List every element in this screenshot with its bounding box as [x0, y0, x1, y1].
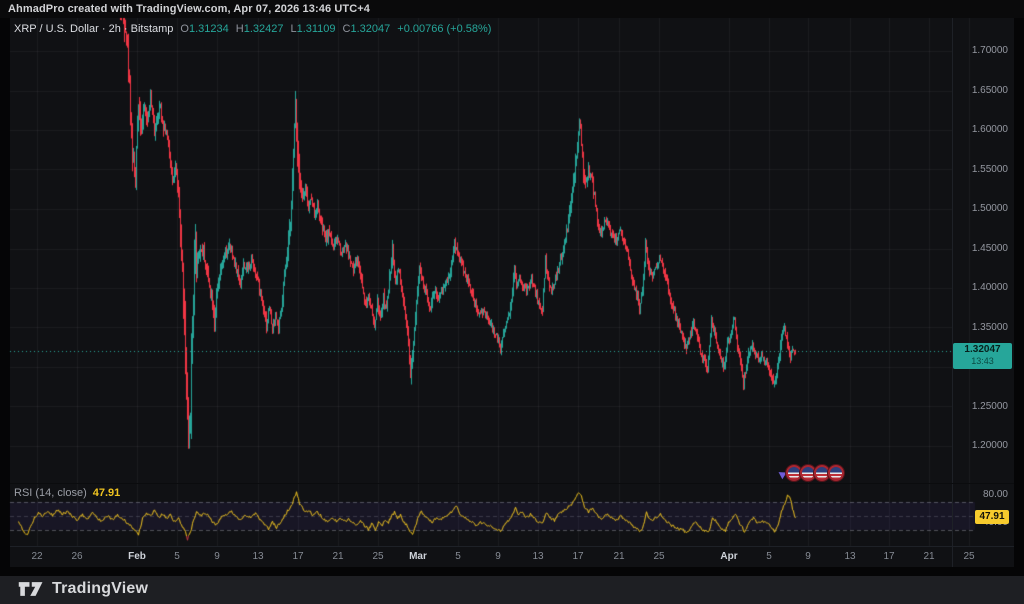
price-tick-label: 1.55000	[971, 163, 1008, 175]
time-tick-label: 25	[653, 551, 665, 562]
tradingview-logo-text: TradingView	[52, 580, 149, 597]
price-tick-label: 1.20000	[971, 440, 1008, 451]
footer-bar: TradingView	[0, 576, 1024, 604]
time-tick-label: 21	[923, 551, 935, 562]
price-tick-label: 1.45000	[971, 242, 1008, 254]
open-value: 1.31234	[188, 23, 229, 35]
time-tick-label: 25	[372, 551, 384, 562]
tradingview-logo[interactable]: TradingView	[18, 580, 148, 598]
time-tick-label: 5	[455, 551, 461, 562]
time-tick-label: 5	[174, 551, 180, 562]
price-tick-label: 1.25000	[971, 400, 1008, 412]
time-tick-label: 13	[252, 551, 264, 562]
time-tick-label: 5	[766, 551, 772, 562]
time-tick-label: 17	[292, 551, 304, 562]
current-price-value: 1.32047	[964, 344, 1001, 355]
time-tick-label: 13	[844, 551, 856, 562]
price-tick-label: 1.60000	[971, 124, 1008, 135]
symbol-title[interactable]: XRP / U.S. Dollar · 2h · Bitstamp	[14, 23, 173, 35]
time-tick-label: 9	[495, 551, 501, 562]
interval-label: 2h	[108, 23, 121, 35]
time-tick-label: 9	[805, 551, 811, 562]
main-chart-canvas[interactable]	[0, 0, 1024, 604]
time-tick-label: 13	[532, 551, 544, 562]
time-tick-month: Apr	[720, 551, 738, 562]
price-tick-label: 1.35000	[971, 321, 1008, 333]
current-price-badge: 1.32047 13:43	[953, 343, 1012, 369]
time-tick-label: 22	[31, 551, 43, 562]
price-tick-label: 1.50000	[971, 203, 1008, 214]
time-tick-label: 21	[613, 551, 625, 562]
symbol-legend: XRP / U.S. Dollar · 2h · Bitstamp O1.3123…	[14, 23, 491, 36]
exchange-label: Bitstamp	[130, 23, 174, 35]
time-tick-month: Mar	[409, 551, 427, 562]
time-tick-label: 17	[883, 551, 895, 562]
high-label: H	[235, 23, 244, 35]
close-value: 1.32047	[350, 23, 391, 35]
time-tick-label: 17	[572, 551, 584, 562]
price-tick-label: 1.65000	[971, 84, 1008, 96]
rsi-legend: RSI (14, close) 47.91	[14, 487, 120, 500]
time-axis-divider	[10, 546, 1014, 547]
change-value: +0.00766 (+0.58%)	[397, 23, 492, 35]
rsi-title[interactable]: RSI (14, close)	[14, 487, 87, 499]
rsi-value-badge: 47.91	[975, 510, 1009, 524]
time-tick-label: 21	[332, 551, 344, 562]
price-tick-label: 1.70000	[971, 45, 1008, 56]
rsi-tick-label-80: 80.00	[982, 489, 1008, 501]
close-label: C	[342, 23, 351, 35]
time-tick-label: 25	[963, 551, 975, 562]
price-tick-label: 1.40000	[971, 282, 1008, 293]
bar-countdown: 13:43	[971, 356, 994, 366]
rsi-pane-divider[interactable]	[10, 483, 1014, 484]
tradingview-logo-icon	[18, 582, 43, 596]
time-tick-label: 26	[71, 551, 83, 562]
time-tick-label: 9	[214, 551, 220, 562]
flag-sticker[interactable]	[828, 465, 844, 481]
low-value: 1.31109	[296, 23, 336, 35]
rsi-value: 47.91	[92, 487, 121, 499]
open-label: O	[180, 23, 189, 35]
time-tick-month: Feb	[128, 551, 146, 562]
tradingview-snapshot: AhmadPro created with TradingView.com, A…	[0, 0, 1024, 604]
high-value: 1.32427	[243, 23, 284, 35]
